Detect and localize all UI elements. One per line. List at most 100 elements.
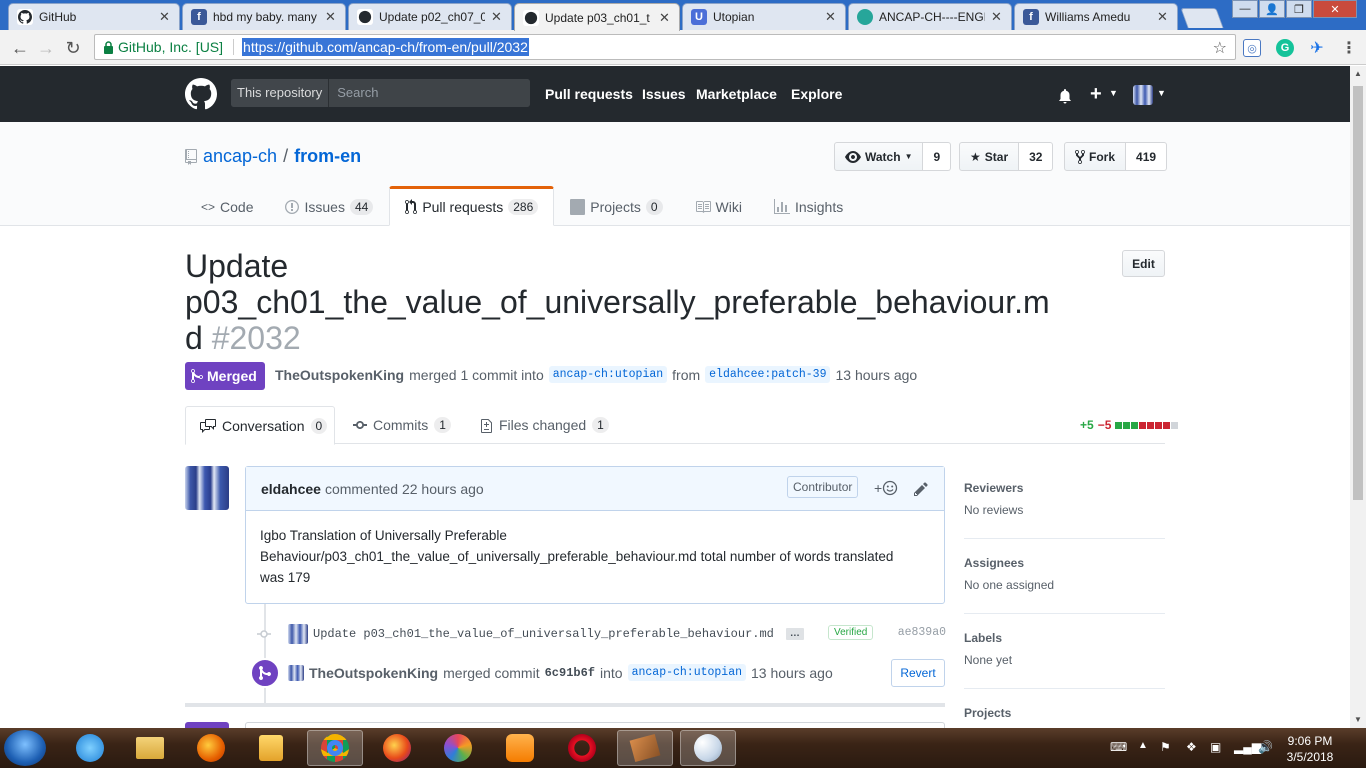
tab-projects[interactable]: Projects 0 — [554, 186, 678, 226]
repo-owner-link[interactable]: ancap-ch — [203, 146, 277, 167]
sidebar-heading[interactable]: Projects — [964, 706, 1165, 720]
scrollbar-thumb[interactable] — [1353, 86, 1363, 500]
header-nav-explore[interactable]: Explore — [791, 86, 842, 102]
sidebar-heading[interactable]: Labels — [964, 631, 1165, 645]
file-explorer-icon[interactable] — [122, 730, 178, 766]
restore-button[interactable]: ❐ — [1286, 0, 1312, 18]
media-player-icon[interactable] — [243, 730, 299, 766]
reload-icon[interactable]: ↻ — [63, 38, 83, 58]
github-logo-icon[interactable] — [185, 78, 217, 110]
sidebar-heading[interactable]: Assignees — [964, 556, 1165, 570]
sidebar-heading[interactable]: Reviewers — [964, 481, 1165, 495]
system-clock[interactable]: 9:06 PM 3/5/2018 — [1270, 733, 1350, 765]
tab-commits[interactable]: Commits 1 — [353, 406, 451, 444]
bell-icon[interactable] — [1058, 88, 1072, 104]
merge-base-branch[interactable]: ancap-ch:utopian — [627, 664, 747, 681]
internet-explorer-icon[interactable] — [62, 730, 118, 766]
avatar[interactable] — [1133, 85, 1153, 105]
grammarly-icon[interactable]: G — [1276, 39, 1294, 57]
browser-tab-utopian[interactable]: U Utopian ✕ — [682, 3, 846, 30]
bookmark-star-icon[interactable]: ☆ — [1213, 38, 1227, 58]
close-tab-icon[interactable]: ✕ — [825, 9, 837, 25]
tab-insights[interactable]: Insights — [758, 186, 859, 226]
commit-message[interactable]: Update p03_ch01_the_value_of_universally… — [313, 627, 774, 641]
close-window-button[interactable]: ✕ — [1313, 0, 1357, 18]
watch-button[interactable]: Watch ▼ — [834, 142, 924, 171]
close-tab-icon[interactable]: ✕ — [491, 9, 503, 25]
header-nav-marketplace[interactable]: Marketplace — [696, 86, 777, 102]
browser-tab-active[interactable]: Update p03_ch01_t ✕ — [514, 3, 680, 31]
fork-count[interactable]: 419 — [1126, 142, 1168, 171]
url-text[interactable]: https://github.com/ancap-ch/from-en/pull… — [242, 38, 529, 56]
menu-icon[interactable]: ⋮ — [1340, 39, 1358, 57]
device-icon[interactable]: ▣ — [1210, 740, 1221, 754]
firefox-icon[interactable] — [183, 730, 239, 766]
close-tab-icon[interactable]: ✕ — [1157, 9, 1169, 25]
search-input[interactable]: Search — [329, 79, 530, 107]
pencil-icon[interactable] — [914, 481, 928, 497]
package-icon[interactable] — [617, 730, 673, 766]
minimize-button[interactable]: — — [1232, 0, 1258, 18]
avatar[interactable] — [185, 466, 229, 510]
airplane-extension-icon[interactable]: ✈ — [1308, 39, 1326, 57]
tab-files-changed[interactable]: Files changed 1 — [481, 406, 609, 444]
plus-icon[interactable]: + — [1090, 83, 1102, 106]
tab-conversation[interactable]: Conversation 0 — [185, 406, 335, 445]
scrollbar[interactable]: ▲ ▼ — [1350, 66, 1366, 728]
header-nav-pull-requests[interactable]: Pull requests — [545, 86, 633, 102]
verified-badge[interactable]: Verified — [828, 625, 874, 640]
add-reaction-icon[interactable]: + — [874, 480, 898, 496]
watch-count[interactable]: 9 — [923, 142, 952, 171]
comment-timestamp[interactable]: commented 22 hours ago — [325, 481, 484, 497]
expand-commit-button[interactable]: … — [785, 628, 804, 640]
keyboard-icon[interactable]: ⌨ — [1110, 740, 1127, 754]
commit-sha[interactable]: ae839a0 — [898, 626, 946, 639]
close-tab-icon[interactable]: ✕ — [159, 9, 171, 25]
tab-code[interactable]: <> Code — [185, 186, 269, 226]
flag-icon[interactable]: ⚑ — [1160, 740, 1171, 754]
dropbox-icon[interactable]: ❖ — [1186, 740, 1197, 754]
tab-wiki[interactable]: Wiki — [679, 186, 758, 226]
address-bar[interactable]: GitHub, Inc. [US] https://github.com/anc… — [94, 34, 1236, 60]
star-count[interactable]: 32 — [1019, 142, 1054, 171]
merger-link[interactable]: TheOutspokenKing — [275, 367, 404, 383]
browser-tab-ancap[interactable]: ANCAP-CH----ENGI ✕ — [848, 3, 1012, 30]
tab-pull-requests[interactable]: Pull requests 286 — [389, 186, 555, 226]
chrome-icon[interactable] — [307, 730, 363, 766]
base-branch[interactable]: ancap-ch:utopian — [548, 366, 668, 383]
new-tab-button[interactable] — [1180, 8, 1224, 28]
paint-icon[interactable] — [680, 730, 736, 766]
browser-tab-github[interactable]: GitHub ✕ — [8, 3, 180, 30]
browser-tab-facebook[interactable]: f hbd my baby. many ✕ — [182, 3, 346, 30]
avatar[interactable] — [288, 664, 304, 681]
close-tab-icon[interactable]: ✕ — [659, 10, 671, 26]
forward-icon[interactable]: → — [36, 38, 56, 58]
star-button[interactable]: ★ Star — [959, 142, 1020, 171]
fork-button[interactable]: Fork — [1064, 142, 1127, 171]
back-icon[interactable]: ← — [10, 38, 30, 58]
close-tab-icon[interactable]: ✕ — [991, 9, 1003, 25]
extension-icon[interactable]: ◎ — [1243, 39, 1261, 57]
head-branch[interactable]: eldahcee:patch-39 — [705, 366, 831, 383]
uc-browser-icon[interactable] — [492, 730, 548, 766]
comment-author[interactable]: eldahcee — [261, 481, 321, 497]
browser-tab-facebook-2[interactable]: f Williams Amedu ✕ — [1014, 3, 1178, 30]
scroll-down-icon[interactable]: ▼ — [1350, 712, 1366, 728]
firefox-dev-icon[interactable] — [369, 730, 425, 766]
scroll-up-icon[interactable]: ▲ — [1350, 66, 1366, 82]
close-tab-icon[interactable]: ✕ — [325, 9, 337, 25]
merge-sha[interactable]: 6c91b6f — [545, 666, 595, 680]
merge-user[interactable]: TheOutspokenKing — [309, 665, 438, 681]
edit-button[interactable]: Edit — [1122, 250, 1165, 277]
network-icon[interactable]: ▂▄▆ — [1234, 740, 1261, 754]
header-nav-issues[interactable]: Issues — [642, 86, 686, 102]
user-icon[interactable]: 👤 — [1259, 0, 1285, 18]
show-hidden-icons-icon[interactable]: ▲ — [1138, 740, 1148, 751]
browser-tab-pr-2031[interactable]: Update p02_ch07_0 ✕ — [348, 3, 512, 30]
app-icon[interactable] — [430, 730, 486, 766]
start-button[interactable] — [4, 730, 46, 766]
revert-button[interactable]: Revert — [891, 659, 945, 687]
opera-icon[interactable] — [554, 730, 610, 766]
repo-name-link[interactable]: from-en — [294, 146, 361, 167]
avatar[interactable] — [288, 624, 308, 644]
